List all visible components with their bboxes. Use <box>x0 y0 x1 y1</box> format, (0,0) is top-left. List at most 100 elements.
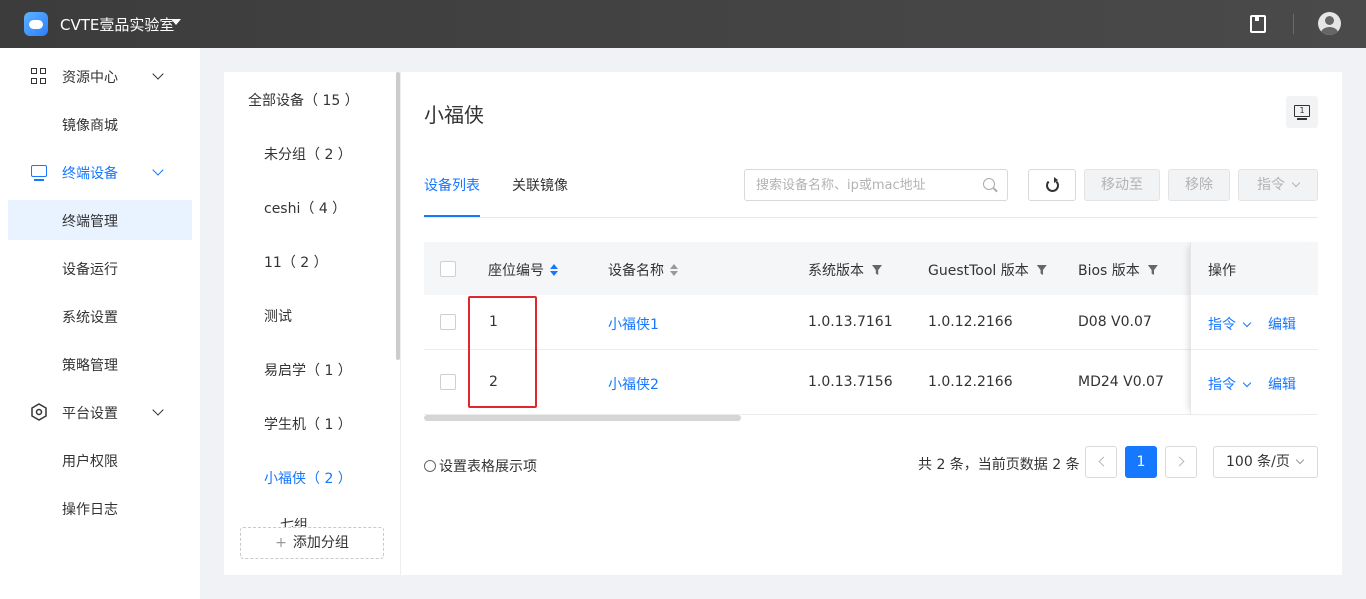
column-header-guesttool-version[interactable]: GuestTool 版本 <box>928 260 1047 280</box>
tab-linked-images[interactable]: 关联镜像 <box>512 175 568 195</box>
search-icon[interactable] <box>983 178 995 190</box>
filter-icon[interactable] <box>872 265 882 275</box>
sidebar-item-image-store[interactable]: 镜像商城 <box>8 104 192 144</box>
add-group-label: 添加分组 <box>292 535 349 551</box>
prev-page-button[interactable] <box>1085 446 1117 478</box>
divider <box>1293 14 1294 34</box>
remove-button[interactable]: 移除 <box>1168 169 1230 201</box>
chevron-down-icon <box>152 404 164 416</box>
refresh-icon <box>1046 177 1059 192</box>
plus-icon: + <box>275 535 287 551</box>
chevron-right-icon <box>1174 456 1184 467</box>
cloud-logo-icon <box>24 12 48 36</box>
header-label: 设备名称 <box>608 263 664 279</box>
screen-stand <box>1297 118 1307 120</box>
table-horizontal-scrollbar[interactable] <box>424 415 741 421</box>
page-size-select[interactable]: 100 条/页 <box>1213 446 1318 478</box>
guesttool-version: 1.0.12.2166 <box>928 314 1013 330</box>
group-item-all[interactable]: 全部设备（ 15 ） <box>248 90 359 110</box>
column-settings-label: 设置表格展示项 <box>439 459 537 475</box>
column-header-bios-version[interactable]: Bios 版本 <box>1078 260 1158 280</box>
chevron-down-icon <box>1295 455 1305 465</box>
sidebar-item-system-settings[interactable]: 系统设置 <box>8 296 192 336</box>
sidebar-item-resource-center[interactable]: 资源中心 <box>8 56 192 96</box>
caret-down-icon[interactable] <box>171 19 181 25</box>
sidebar-item-device-running[interactable]: 设备运行 <box>8 248 192 288</box>
sidebar-item-label: 操作日志 <box>62 502 118 518</box>
chevron-down-icon <box>152 68 164 80</box>
page-size-label: 100 条/页 <box>1226 454 1290 470</box>
group-item[interactable]: 未分组（ 2 ） <box>264 144 352 164</box>
command-dropdown-button[interactable]: 指令 <box>1238 169 1318 201</box>
select-all-checkbox[interactable] <box>440 261 456 277</box>
sidebar-item-terminal-devices[interactable]: 终端设备 <box>8 152 192 192</box>
group-item[interactable]: 易启学（ 1 ） <box>264 360 352 380</box>
os-version: 1.0.13.7156 <box>808 374 893 390</box>
sort-icon[interactable] <box>550 264 558 276</box>
chevron-down-icon <box>152 164 164 176</box>
header-label: 座位编号 <box>488 263 544 279</box>
group-item-selected[interactable]: 小福侠（ 2 ） <box>264 468 352 488</box>
top-bar: CVTE壹品实验室 <box>0 0 1366 48</box>
column-header-os-version[interactable]: 系统版本 <box>808 260 882 280</box>
header-label: Bios 版本 <box>1078 263 1140 279</box>
screen-button[interactable]: 1 <box>1286 96 1318 128</box>
sidebar-item-label: 策略管理 <box>62 358 118 374</box>
row-checkbox[interactable] <box>440 314 456 330</box>
next-page-button[interactable] <box>1165 446 1197 478</box>
monitor-icon <box>31 165 47 181</box>
device-name-link[interactable]: 小福侠1 <box>608 314 659 334</box>
page-button-current[interactable]: 1 <box>1125 446 1157 478</box>
sidebar-item-user-permissions[interactable]: 用户权限 <box>8 440 192 480</box>
sidebar-item-label: 系统设置 <box>62 310 118 326</box>
fixed-column-shadow <box>1190 242 1318 415</box>
table-header: 座位编号 设备名称 系统版本 GuestTool 版本 Bios 版本 操作 <box>424 242 1318 295</box>
sort-icon[interactable] <box>670 264 678 276</box>
sidebar-item-label: 镜像商城 <box>62 118 118 134</box>
refresh-button[interactable] <box>1028 169 1076 201</box>
group-item[interactable]: 测试 <box>264 306 292 326</box>
sidebar-item-label: 终端设备 <box>62 166 118 182</box>
table-column-settings-link[interactable]: 设置表格展示项 <box>424 456 537 476</box>
guesttool-version: 1.0.12.2166 <box>928 374 1013 390</box>
avatar[interactable] <box>1318 12 1341 35</box>
column-header-seat[interactable]: 座位编号 <box>488 260 558 280</box>
sidebar-item-label: 平台设置 <box>62 406 118 422</box>
header-label: GuestTool 版本 <box>928 263 1029 279</box>
header-label: 系统版本 <box>808 263 864 279</box>
docs-icon[interactable] <box>1250 15 1266 33</box>
bios-version: MD24 V0.07 <box>1078 374 1164 390</box>
sidebar-item-label: 资源中心 <box>62 70 118 86</box>
command-label: 指令 <box>1257 177 1285 193</box>
group-item[interactable]: ceshi（ 4 ） <box>264 198 346 218</box>
sidebar-item-label: 终端管理 <box>62 214 118 230</box>
device-name-link[interactable]: 小福侠2 <box>608 374 659 394</box>
add-group-button[interactable]: + 添加分组 <box>240 527 384 559</box>
chevron-down-icon <box>1291 178 1301 188</box>
lab-switcher-label[interactable]: CVTE壹品实验室 <box>60 14 174 35</box>
sidebar-item-label: 用户权限 <box>62 454 118 470</box>
os-version: 1.0.13.7161 <box>808 314 893 330</box>
highlight-box <box>468 296 537 408</box>
row-checkbox[interactable] <box>440 374 456 390</box>
group-item[interactable]: 学生机（ 1 ） <box>264 414 352 434</box>
tab-device-list[interactable]: 设备列表 <box>424 175 480 195</box>
search-input[interactable] <box>744 169 1008 201</box>
tab-active-indicator <box>424 215 480 217</box>
filter-icon[interactable] <box>1147 265 1158 275</box>
page-title: 小福侠 <box>424 103 484 127</box>
sidebar-item-policy-management[interactable]: 策略管理 <box>8 344 192 384</box>
screen-icon: 1 <box>1294 105 1310 117</box>
group-item[interactable]: 11（ 2 ） <box>264 252 328 272</box>
sidebar-item-operation-log[interactable]: 操作日志 <box>8 488 192 528</box>
sidebar-item-terminal-management[interactable]: 终端管理 <box>8 200 192 240</box>
table-row: 2 小福侠2 1.0.13.7156 1.0.12.2166 MD24 V0.0… <box>424 350 1318 415</box>
chevron-left-icon <box>1098 456 1108 467</box>
settings-icon <box>31 403 47 421</box>
sidebar-item-platform-settings[interactable]: 平台设置 <box>8 392 192 432</box>
filter-icon[interactable] <box>1036 265 1047 275</box>
bios-version: D08 V0.07 <box>1078 314 1152 330</box>
sidebar-item-label: 设备运行 <box>62 262 118 278</box>
column-header-device-name[interactable]: 设备名称 <box>608 260 678 280</box>
move-to-button[interactable]: 移动至 <box>1084 169 1160 201</box>
